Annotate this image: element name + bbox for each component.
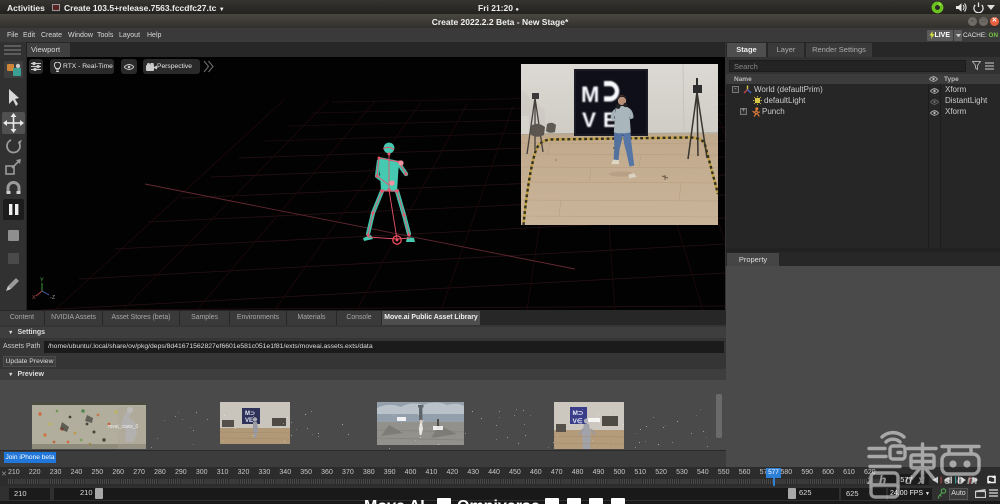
svg-text:z: z <box>866 473 873 487</box>
svg-text:M⊃: M⊃ <box>245 411 255 417</box>
svg-text:V∈: V∈ <box>573 417 583 425</box>
svg-text:h: h <box>879 473 886 487</box>
svg-text:V: V <box>582 109 596 132</box>
svg-text:x: x <box>917 473 926 487</box>
svg-text:d: d <box>905 473 913 487</box>
svg-text:o: o <box>957 473 964 487</box>
svg-text:M⊃: M⊃ <box>573 410 584 417</box>
svg-text:X: X <box>32 295 36 301</box>
svg-text:-Z: -Z <box>50 295 56 301</box>
svg-text:M: M <box>581 82 599 107</box>
svg-text:Y: Y <box>40 278 44 284</box>
svg-text:VE: VE <box>245 418 253 424</box>
svg-text:c: c <box>944 473 951 487</box>
svg-text:m: m <box>967 473 978 487</box>
